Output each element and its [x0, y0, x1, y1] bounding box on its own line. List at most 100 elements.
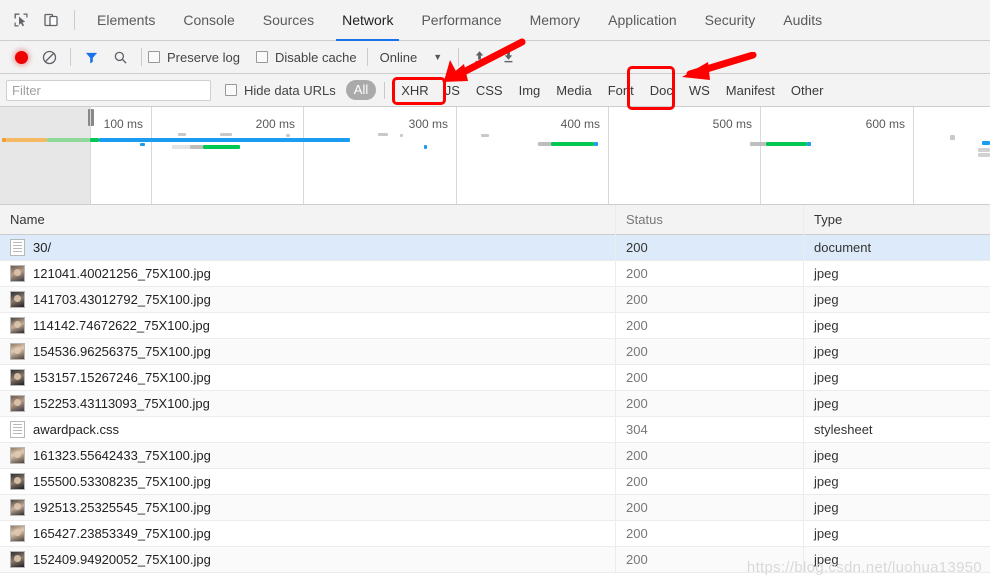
inspect-element-icon[interactable]	[6, 6, 36, 34]
table-row[interactable]: 161323.55642433_75X100.jpg 200 jpeg	[0, 442, 990, 469]
column-header-name[interactable]: Name	[0, 205, 616, 235]
cell-name: awardpack.css	[0, 416, 616, 443]
cell-name: 114142.74672622_75X100.jpg	[0, 312, 616, 339]
table-row[interactable]: 154536.96256375_75X100.jpg 200 jpeg	[0, 338, 990, 365]
type-filter-font[interactable]: Font	[600, 83, 642, 98]
image-thumb-icon	[10, 525, 25, 542]
type-filter-img[interactable]: Img	[511, 83, 549, 98]
cell-status: 200	[616, 260, 804, 287]
image-thumb-icon	[10, 343, 25, 360]
type-filter-manifest[interactable]: Manifest	[718, 83, 783, 98]
filter-toggle-button[interactable]	[77, 44, 106, 70]
type-filter-xhr[interactable]: XHR	[393, 83, 436, 98]
checkbox-box	[255, 51, 268, 63]
table-row[interactable]: 114142.74672622_75X100.jpg 200 jpeg	[0, 312, 990, 339]
filter-divider	[384, 81, 386, 99]
overview-request-tick	[481, 134, 489, 137]
cell-type: jpeg	[814, 369, 839, 385]
column-header-type[interactable]: Type	[804, 205, 990, 235]
type-filter-ws[interactable]: WS	[681, 83, 718, 98]
cell-status: 200	[616, 234, 804, 261]
type-filter-css[interactable]: CSS	[468, 83, 511, 98]
network-action-bar: Preserve log Disable cache Online ▼	[0, 41, 990, 74]
cell-name: 153157.15267246_75X100.jpg	[0, 364, 616, 391]
tab-memory[interactable]: Memory	[516, 0, 595, 41]
tab-performance[interactable]: Performance	[407, 0, 515, 41]
image-thumb-icon	[10, 291, 25, 308]
cell-type: jpeg	[814, 551, 839, 567]
type-filter-other[interactable]: Other	[783, 83, 832, 98]
request-name: 152253.43113093_75X100.jpg	[33, 395, 210, 411]
overview-gridline	[760, 107, 761, 204]
hide-data-urls-checkbox[interactable]: Hide data URLs	[225, 83, 336, 98]
cell-name: 155500.53308235_75X100.jpg	[0, 468, 616, 495]
image-thumb-icon	[10, 369, 25, 386]
search-button[interactable]	[106, 44, 135, 70]
filter-input[interactable]	[6, 79, 211, 101]
tab-application[interactable]: Application	[594, 0, 691, 41]
image-thumb-icon	[10, 499, 25, 516]
overview-left-handle[interactable]	[88, 109, 94, 126]
table-row[interactable]: 153157.15267246_75X100.jpg 200 jpeg	[0, 364, 990, 391]
tab-network[interactable]: Network	[328, 0, 407, 41]
request-name: 165427.23853349_75X100.jpg	[33, 525, 211, 541]
type-filter-doc[interactable]: Doc	[642, 83, 681, 98]
image-thumb-icon	[10, 265, 25, 282]
record-button[interactable]	[8, 44, 35, 70]
overview-request-bar	[203, 145, 240, 149]
cell-status: 200	[616, 442, 804, 469]
table-row[interactable]: 155500.53308235_75X100.jpg 200 jpeg	[0, 468, 990, 495]
request-name: 121041.40021256_75X100.jpg	[33, 265, 211, 281]
preserve-log-checkbox[interactable]: Preserve log	[148, 50, 240, 65]
tab-console[interactable]: Console	[169, 0, 248, 41]
table-row[interactable]: 152409.94920052_75X100.jpg 200 jpeg	[0, 546, 990, 573]
document-icon	[10, 421, 25, 438]
tab-elements[interactable]: Elements	[83, 0, 169, 41]
request-name: 155500.53308235_75X100.jpg	[33, 473, 211, 489]
overview-time-label: 100 ms	[103, 117, 143, 131]
tab-sources[interactable]: Sources	[249, 0, 328, 41]
tab-security[interactable]: Security	[691, 0, 770, 41]
request-name: 114142.74672622_75X100.jpg	[33, 317, 210, 333]
request-table[interactable]: Name Status Type 30/ 200 document 121041…	[0, 205, 990, 587]
request-name: 161323.55642433_75X100.jpg	[33, 447, 211, 463]
table-row[interactable]: 152253.43113093_75X100.jpg 200 jpeg	[0, 390, 990, 417]
panel-tabs: Elements Console Sources Network Perform…	[83, 0, 836, 41]
table-row[interactable]: awardpack.css 304 stylesheet	[0, 416, 990, 443]
column-header-status[interactable]: Status	[616, 205, 804, 235]
table-row[interactable]: 141703.43012792_75X100.jpg 200 jpeg	[0, 286, 990, 313]
clear-button[interactable]	[35, 44, 64, 70]
overview-request-tick	[178, 133, 186, 136]
image-thumb-icon	[10, 473, 25, 490]
cell-name: 141703.43012792_75X100.jpg	[0, 286, 616, 313]
cell-type: stylesheet	[814, 421, 873, 437]
type-filter-js[interactable]: JS	[437, 83, 468, 98]
image-thumb-icon	[10, 551, 25, 568]
disable-cache-checkbox[interactable]: Disable cache	[255, 50, 357, 65]
chevron-down-icon[interactable]: ▼	[423, 52, 452, 62]
overview-gridline	[913, 107, 914, 204]
throttling-select[interactable]: Online	[374, 50, 424, 65]
table-row[interactable]: 30/ 200 document	[0, 234, 990, 261]
import-har-icon	[475, 51, 484, 63]
import-har-button[interactable]	[465, 44, 494, 70]
export-har-button[interactable]	[494, 44, 523, 70]
device-toolbar-icon[interactable]	[36, 6, 66, 34]
overview-time-label: 200 ms	[255, 117, 295, 131]
action-divider-4	[458, 48, 460, 66]
tab-audits[interactable]: Audits	[769, 0, 836, 41]
cell-name: 161323.55642433_75X100.jpg	[0, 442, 616, 469]
devtools-tabbar: Elements Console Sources Network Perform…	[0, 0, 990, 41]
table-row[interactable]: 192513.25325545_75X100.jpg 200 jpeg	[0, 494, 990, 521]
overview-request-bar	[90, 138, 99, 142]
network-overview[interactable]: 100 ms 200 ms 300 ms 400 ms 500 ms 600 m…	[0, 107, 990, 205]
table-row[interactable]: 121041.40021256_75X100.jpg 200 jpeg	[0, 260, 990, 287]
preserve-log-label: Preserve log	[167, 49, 240, 65]
overview-request-bar	[807, 142, 811, 146]
type-filter-all[interactable]: All	[345, 80, 377, 100]
table-row[interactable]: 165427.23853349_75X100.jpg 200 jpeg	[0, 520, 990, 547]
cell-status: 200	[616, 364, 804, 391]
type-filter-media[interactable]: Media	[548, 83, 599, 98]
overview-request-bar	[982, 141, 990, 145]
overview-request-bar	[978, 153, 990, 157]
